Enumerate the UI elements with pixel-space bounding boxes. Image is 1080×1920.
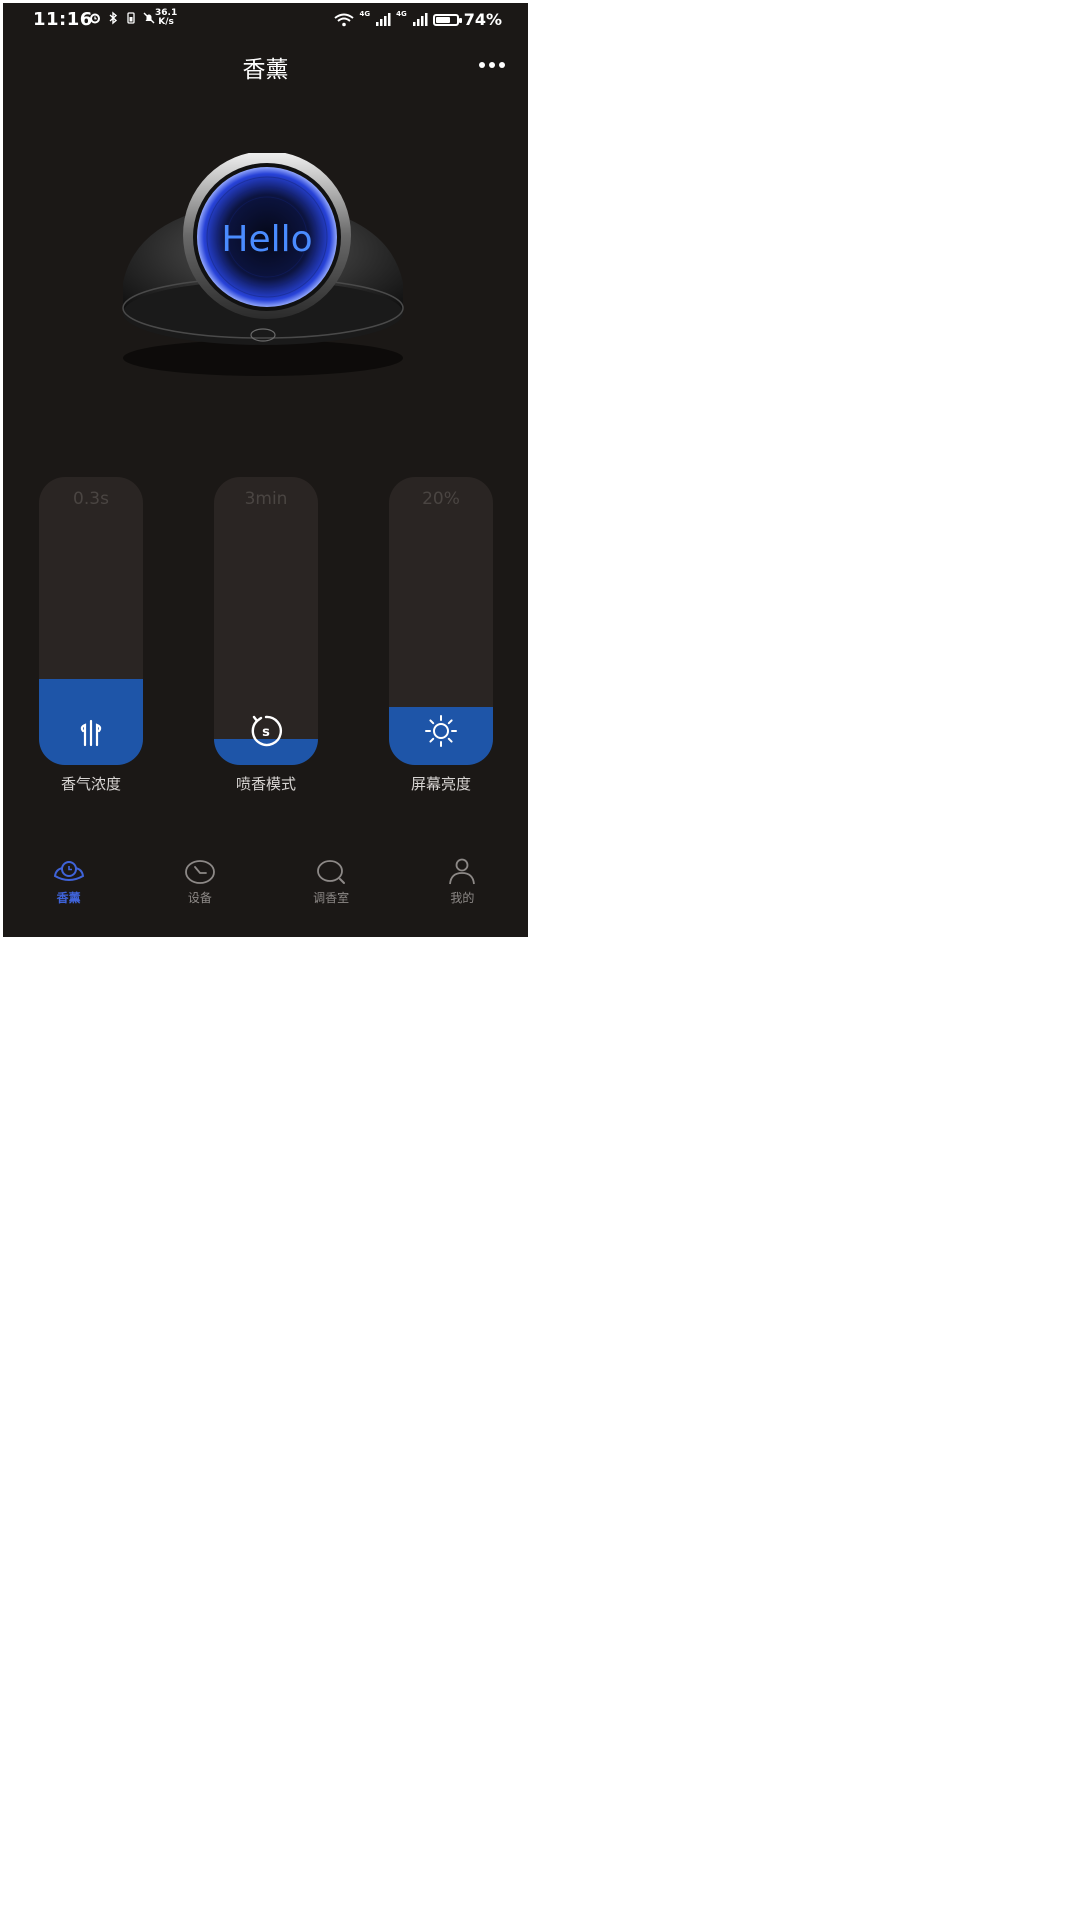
cell-signal-1-icon: [376, 13, 391, 26]
slider-label: 喷香模式: [235, 775, 296, 793]
battery-fill: [435, 16, 450, 23]
nav-label: 我的: [450, 891, 475, 905]
more-dots-icon: [499, 62, 505, 68]
nav-label: 香薰: [56, 891, 81, 905]
slider-label: 香气浓度: [60, 775, 121, 793]
screen-brightness-slider[interactable]: 20%: [389, 477, 493, 765]
network-speed-unit: K/s: [158, 17, 174, 27]
svg-text:s: s: [262, 725, 270, 740]
slider-value: 3min: [244, 489, 288, 509]
nav-item-scent-lab[interactable]: 调香室: [266, 847, 397, 937]
slider-label: 屏幕亮度: [410, 775, 471, 793]
status-bar: 11:16 36.1 K/s 4G 4G 74%: [3, 3, 528, 37]
nav-item-aroma[interactable]: 香薰: [3, 847, 134, 937]
page-title: 香薰: [242, 57, 289, 83]
sun-icon: [425, 715, 457, 747]
nav-label: 设备: [187, 891, 212, 905]
scent-intensity-control: 0.3s 香气浓度: [39, 477, 143, 794]
slider-value: 20%: [422, 489, 460, 509]
diffuser-device-image: Hello: [122, 153, 404, 376]
user-icon: [449, 858, 476, 885]
battery-icon: [432, 13, 462, 26]
slider-value: 0.3s: [73, 489, 109, 509]
nav-label: 调香室: [313, 891, 350, 905]
spray-mode-slider[interactable]: 3min s: [214, 477, 318, 765]
scent-intensity-slider[interactable]: 0.3s: [39, 477, 143, 765]
battery-saver-icon: [127, 12, 135, 24]
spray-mode-control: 3min s 喷香模式: [214, 477, 318, 794]
diffuser-icon: [53, 861, 84, 881]
nav-item-device[interactable]: 设备: [134, 847, 265, 937]
mute-bell-icon: [143, 12, 155, 24]
device-display-text: Hello: [221, 219, 312, 260]
network-speed: 36.1 K/s: [155, 9, 177, 27]
timer-s-icon: s: [251, 715, 282, 747]
cell-signal-2-icon: [412, 13, 428, 26]
status-time: 11:16: [33, 9, 93, 30]
status-icons-right: 4G 4G 74%: [334, 10, 502, 29]
bottom-navigation: 香薰 设备 调香室 我的: [3, 847, 528, 937]
signal-2-type: 4G: [396, 10, 407, 18]
search-icon: [317, 860, 346, 884]
screen-brightness-control: 20% 屏幕亮度: [389, 477, 493, 794]
more-dots-icon: [489, 62, 495, 68]
wifi-icon: [334, 13, 355, 26]
clock-icon: [184, 860, 215, 884]
alarm-icon: [90, 13, 100, 24]
nav-item-profile[interactable]: 我的: [397, 847, 528, 937]
signal-1-type: 4G: [359, 10, 371, 18]
app-screen: 11:16 36.1 K/s 4G 4G 74% 香薰 Hello 0.3s 香…: [3, 3, 528, 937]
status-icons-left: [88, 11, 156, 25]
more-button[interactable]: [474, 53, 510, 77]
battery-percent: 74%: [463, 10, 502, 29]
more-dots-icon: [479, 62, 485, 68]
scent-wave-icon: [80, 719, 102, 747]
bluetooth-icon: [109, 11, 118, 25]
